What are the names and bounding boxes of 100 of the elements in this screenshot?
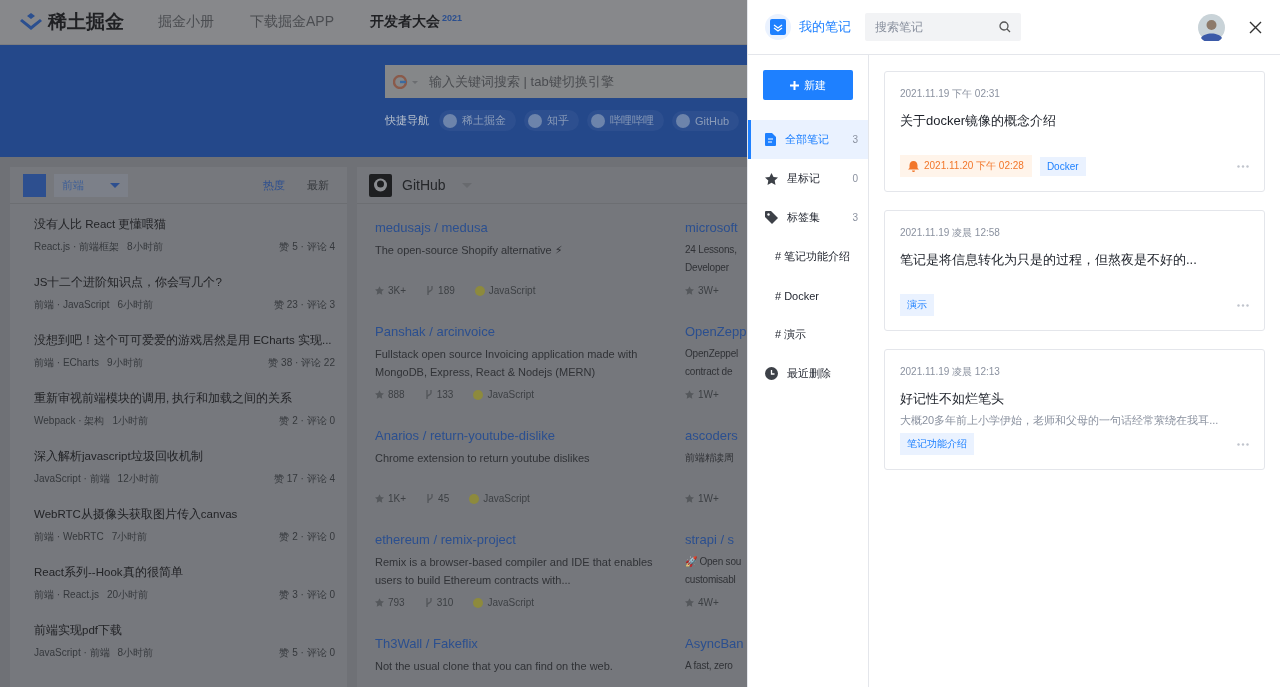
avatar[interactable] — [1198, 13, 1225, 41]
note-tag[interactable]: Docker — [1039, 156, 1086, 176]
notes-search-field[interactable]: 搜索笔记 — [865, 13, 1021, 41]
repo-stars: 3K+ — [388, 285, 407, 296]
note-card[interactable]: 2021.11.19 凌晨 12:58 笔记是将信息转化为只是的过程，但熬夜是不好的... 演示 — [884, 210, 1265, 331]
article-title[interactable]: 深入解析javascript垃圾回收机制 — [34, 449, 335, 464]
tag-nav-item[interactable]: # 演示 — [748, 315, 868, 354]
search-engine-icon[interactable] — [393, 75, 419, 89]
repo-stars: 1W+ — [698, 493, 719, 504]
repo-description: Developer — [685, 261, 730, 275]
repo-description: contract de — [685, 365, 734, 379]
article-title[interactable]: React系列--Hook真的很简单 — [34, 565, 335, 580]
quick-nav-link[interactable]: 哔哩哔哩 — [587, 110, 664, 131]
logo-icon — [20, 13, 42, 31]
repo-name[interactable]: microsoft — [685, 220, 747, 235]
repo-description: 🚀 Open sou — [685, 555, 743, 569]
repo-description: Fullstack open source Invoicing application made with MongoDB, Express, React & Nodejs (MERN) — [375, 347, 639, 380]
repo-description: OpenZeppel — [685, 347, 740, 361]
repo-name[interactable]: ascoders — [685, 428, 747, 443]
note-date: 2021.11.19 下午 02:31 — [900, 87, 1001, 101]
repo-description: Not the usual clone that you can find on the web. — [375, 659, 614, 674]
notes-logo-icon — [765, 14, 791, 40]
conference-link[interactable]: 开发者大会$^{2021}$ — [370, 13, 463, 31]
notes-title: 我的笔记 — [799, 18, 852, 36]
note-date: 2021.11.19 凌晨 12:13 — [900, 365, 1001, 379]
header-nav-link[interactable]: 掘金小册 — [158, 13, 214, 31]
new-note-button[interactable]: 新建 — [763, 70, 853, 100]
repo-description: Chrome extension to return youtube dislikes — [375, 451, 591, 466]
note-card[interactable]: 2021.11.19 下午 02:31 关于docker镜像的概念介绍 2021.11.20 下午 02:28 Docker — [884, 71, 1265, 192]
article-title[interactable]: 没想到吧！这个可可爱爱的游戏居然是用 ECharts 实现... — [34, 333, 335, 348]
repo-description: customisabl — [685, 573, 737, 587]
note-title: 笔记是将信息转化为只是的过程，但熬夜是不好的... — [900, 251, 1198, 269]
tag-icon — [765, 211, 778, 224]
more-icon[interactable] — [1237, 303, 1249, 307]
notes-nav-item[interactable]: 标签集 3 — [748, 198, 868, 237]
repo-forks: 310 — [436, 597, 454, 608]
fork-icon — [426, 493, 435, 504]
note-title: 关于docker镜像的概念介绍 — [900, 112, 1058, 130]
quick-nav-link[interactable]: 知乎 — [524, 110, 579, 131]
language-dot — [473, 389, 484, 400]
repo-forks: 133 — [436, 389, 454, 400]
repo-description: 24 Lessons, — [685, 243, 738, 257]
star-icon — [375, 286, 384, 295]
fork-icon — [424, 597, 433, 608]
search-icon[interactable] — [999, 21, 1011, 33]
more-icon[interactable] — [1237, 442, 1249, 446]
repo-name[interactable]: strapi / s — [685, 532, 747, 547]
star-icon — [765, 172, 778, 185]
article-title[interactable]: 没有人比 React 更懂喂猫 — [34, 217, 335, 232]
repo-stars: 1K+ — [388, 493, 407, 504]
notes-nav-item[interactable]: 最近删除 — [748, 354, 868, 393]
notes-nav-item[interactable]: 全部笔记 3 — [748, 120, 868, 159]
repo-language: JavaScript — [487, 597, 535, 608]
repo-description: Remix is a browser-based compiler and IDE that enables users to build Ethereum contracts with... — [375, 555, 654, 588]
article-title[interactable]: 重新审视前端模块的调用, 执行和加载之间的关系 — [34, 391, 335, 406]
note-card[interactable]: 2021.11.19 凌晨 12:13 好记性不如烂笔头 大概20多年前上小学伊始，老师和父母的一句话经常萦绕在我耳... 笔记功能介绍 — [884, 349, 1265, 470]
repo-name[interactable]: medusajs / medusa — [375, 220, 685, 235]
github-icon — [369, 173, 392, 197]
repo-name[interactable]: Th3Wall / Fakeflix — [375, 636, 685, 651]
star-icon — [685, 494, 694, 503]
sort-tab[interactable]: 热度 — [263, 177, 285, 193]
article-title[interactable]: WebRTC从摄像头获取图片传入canvas — [34, 507, 335, 522]
fork-icon — [424, 389, 433, 400]
repo-name[interactable]: Panshak / arcinvoice — [375, 324, 685, 339]
sort-tab[interactable]: 最新 — [307, 177, 329, 193]
note-date: 2021.11.19 凌晨 12:58 — [900, 226, 1001, 240]
article-title[interactable]: 前端实现pdf下载 — [34, 623, 335, 638]
repo-name[interactable]: OpenZepp — [685, 324, 747, 339]
tag-nav-item[interactable]: # 笔记功能介绍 — [748, 237, 868, 276]
notes-nav-item[interactable]: 星标记 0 — [748, 159, 868, 198]
language-dot — [473, 597, 484, 608]
repo-name[interactable]: AsyncBan — [685, 636, 747, 651]
quick-nav-link[interactable]: 稀土掘金 — [439, 110, 516, 131]
repo-name[interactable]: ethereum / remix-project — [375, 532, 685, 547]
more-icon[interactable] — [1237, 164, 1249, 168]
repo-name[interactable]: Anarios / return-youtube-dislike — [375, 428, 685, 443]
repo-language: JavaScript — [487, 389, 535, 400]
reminder-tag: 2021.11.20 下午 02:28 — [900, 155, 1032, 177]
note-tag[interactable]: 演示 — [900, 294, 934, 316]
repo-language: JavaScript — [488, 285, 536, 296]
document-icon — [765, 133, 776, 146]
repo-forks: 45 — [438, 493, 450, 504]
header-nav-link[interactable]: 下载掘金APP — [250, 13, 334, 31]
site-logo-text[interactable]: 稀土掘金 — [48, 9, 124, 35]
repo-description: The open-source Shopify alternative ⚡ — [375, 243, 564, 258]
star-icon — [685, 598, 694, 607]
bell-icon — [908, 160, 919, 172]
tag-nav-item[interactable]: # Docker — [748, 276, 868, 315]
language-dot — [469, 493, 480, 504]
article-title[interactable]: JS十二个进阶知识点，你会写几个? — [34, 275, 335, 290]
github-title: GitHub — [402, 177, 446, 193]
note-excerpt: 大概20多年前上小学伊始，老师和父母的一句话经常萦绕在我耳... — [900, 413, 1220, 428]
quick-nav-link[interactable]: GitHub — [672, 110, 740, 131]
repo-stars: 3W+ — [698, 285, 719, 296]
star-icon — [685, 286, 694, 295]
plus-icon — [790, 80, 799, 90]
note-tag[interactable]: 笔记功能介绍 — [900, 433, 974, 455]
star-icon — [375, 598, 384, 607]
clock-icon — [765, 367, 778, 380]
star-icon — [375, 494, 384, 503]
